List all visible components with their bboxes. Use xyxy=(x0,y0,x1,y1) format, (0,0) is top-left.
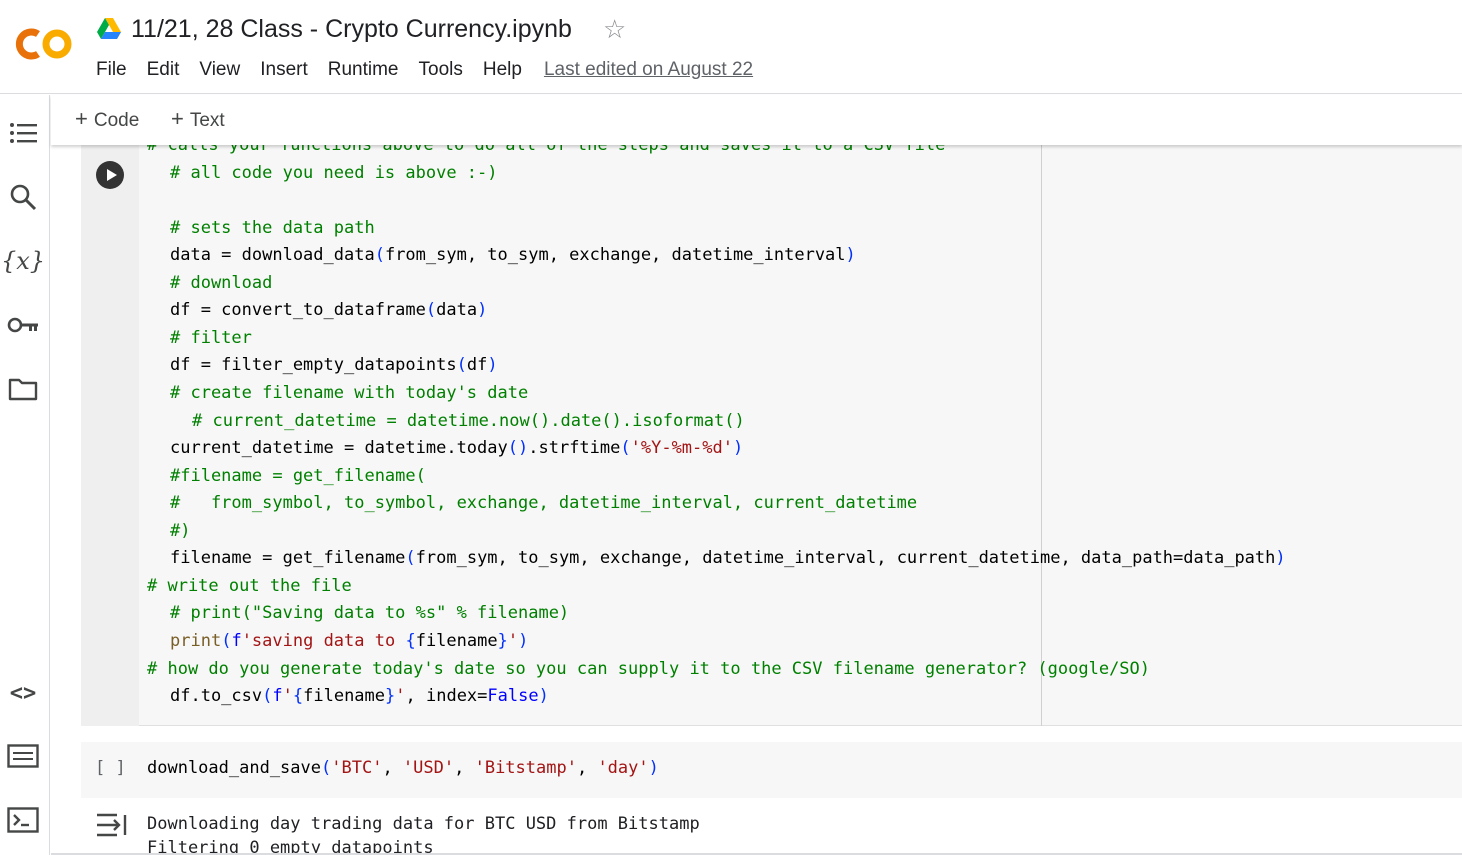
files-folder-icon[interactable] xyxy=(5,371,41,407)
output-toggle-icon[interactable] xyxy=(95,811,129,839)
add-code-button[interactable]: + Code xyxy=(75,107,139,133)
variables-icon[interactable]: {x} xyxy=(1,243,45,279)
menu-insert[interactable]: Insert xyxy=(260,58,308,82)
play-icon xyxy=(106,169,117,181)
code-line: # write out the file xyxy=(147,576,352,596)
notebook-toolbar: + Code + Text xyxy=(51,95,1462,145)
code-cell[interactable]: # calls your functions above to do all o… xyxy=(81,145,1462,726)
code-cell[interactable]: [ ] download_and_save('BTC', 'USD', 'Bit… xyxy=(81,742,1462,798)
menu-file[interactable]: File xyxy=(96,58,127,82)
code-line: # sets the data path xyxy=(170,218,375,238)
code-line: filename = get_filename(from_sym, to_sym… xyxy=(170,548,1286,568)
code-line: # create filename with today's date xyxy=(170,383,529,403)
code-line: df = filter_empty_datapoints(df) xyxy=(170,355,498,375)
run-cell-button[interactable] xyxy=(96,161,124,189)
code-line: # all code you need is above :-) xyxy=(170,163,498,183)
secrets-key-icon[interactable] xyxy=(5,307,41,343)
code-snippets-icon[interactable]: <> xyxy=(5,675,41,711)
line-length-ruler xyxy=(1041,145,1042,726)
menu-edit[interactable]: Edit xyxy=(147,58,180,82)
menu-tools[interactable]: Tools xyxy=(419,58,463,82)
code-line: # how do you generate today's date so yo… xyxy=(147,659,1151,679)
code-line: # download xyxy=(170,273,273,293)
plus-icon: + xyxy=(171,106,184,131)
star-icon[interactable]: ☆ xyxy=(603,14,626,44)
code-line: # current_datetime = datetime.now().date… xyxy=(192,411,745,431)
add-code-label: Code xyxy=(93,110,140,131)
code-line: #filename = get_filename( xyxy=(170,466,426,486)
notebook-title[interactable]: 11/21, 28 Class - Crypto Currency.ipynb xyxy=(131,15,572,44)
plus-icon: + xyxy=(75,106,88,131)
table-of-contents-icon[interactable] xyxy=(5,115,41,151)
notebook-area: # calls your functions above to do all o… xyxy=(51,145,1462,855)
code-line: current_datetime = datetime.today().strf… xyxy=(170,438,744,458)
execution-count-marker[interactable]: [ ] xyxy=(95,758,126,778)
command-palette-icon[interactable] xyxy=(5,738,41,774)
google-drive-icon[interactable] xyxy=(97,17,121,39)
menu-bar: File Edit View Insert Runtime Tools Help… xyxy=(96,58,753,82)
code-line: # from_symbol, to_symbol, exchange, date… xyxy=(170,493,918,513)
last-edited-link[interactable]: Last edited on August 22 xyxy=(544,58,753,82)
code-line: download_and_save('BTC', 'USD', 'Bitstam… xyxy=(147,758,659,778)
code-line: data = download_data(from_sym, to_sym, e… xyxy=(170,245,856,265)
left-sidebar: {x} <> xyxy=(0,95,50,855)
code-line: # print("Saving data to %s" % filename) xyxy=(170,603,570,623)
code-line: df.to_csv(f'{filename}', index=False) xyxy=(170,686,549,706)
code-line: #) xyxy=(170,521,191,541)
cell-gutter xyxy=(81,145,139,726)
search-icon[interactable] xyxy=(5,179,41,215)
code-line: # filter xyxy=(170,328,252,348)
code-line: df = convert_to_dataframe(data) xyxy=(170,300,488,320)
app-header: 11/21, 28 Class - Crypto Currency.ipynb … xyxy=(0,0,1462,94)
code-line: # calls your functions above to do all o… xyxy=(147,145,946,155)
terminal-icon[interactable] xyxy=(5,802,41,838)
menu-runtime[interactable]: Runtime xyxy=(328,58,399,82)
add-text-button[interactable]: + Text xyxy=(171,107,225,133)
add-text-label: Text xyxy=(189,110,225,131)
colab-logo[interactable] xyxy=(14,27,74,61)
output-line: Downloading day trading data for BTC USD… xyxy=(147,814,700,834)
menu-view[interactable]: View xyxy=(199,58,240,82)
code-line: print(f'saving data to {filename}') xyxy=(170,631,529,651)
menu-help[interactable]: Help xyxy=(483,58,522,82)
